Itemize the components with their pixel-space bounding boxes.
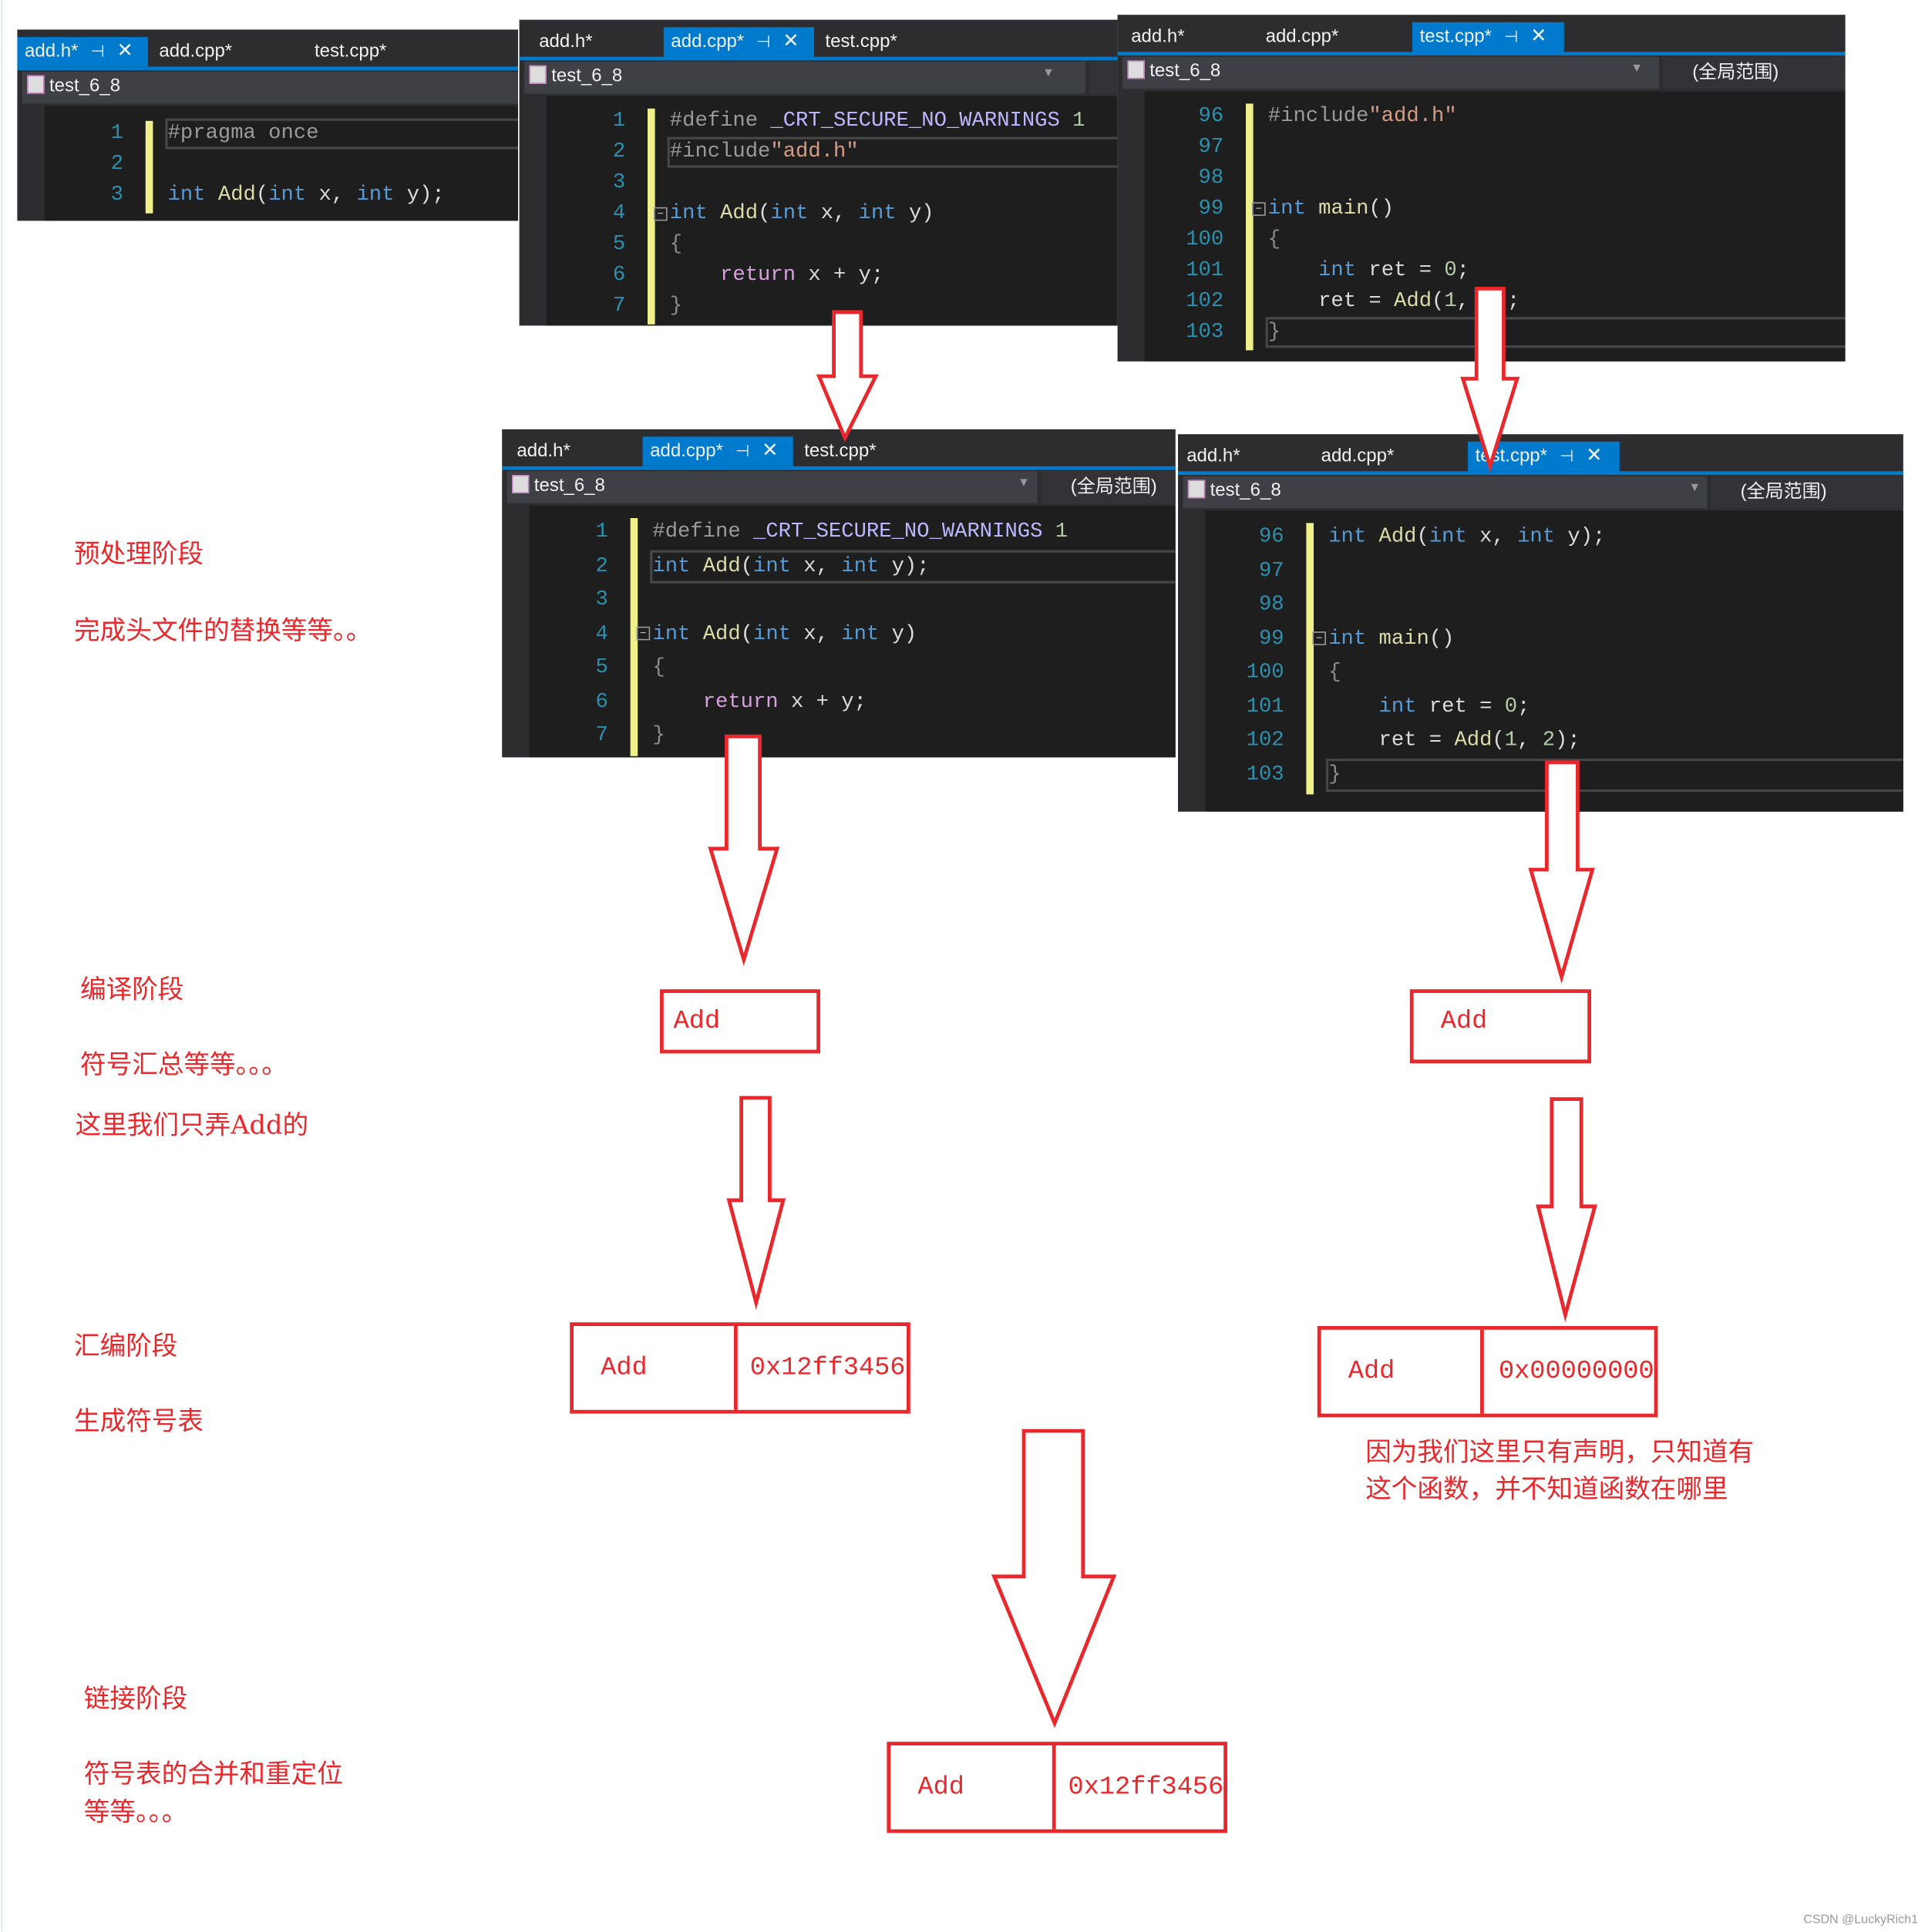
watermark: CSDN @LuckyRich1 — [1803, 1913, 1918, 1927]
assemble-desc: 生成符号表 — [74, 1406, 204, 1436]
preprocess-desc: 完成头文件的替换等等。。 — [74, 615, 372, 645]
note-line-1: 因为我们这里只有声明，只知道有 — [1365, 1437, 1755, 1467]
compile-note: 这里我们只弄Add的 — [75, 1110, 309, 1140]
down-arrow-4 — [1528, 760, 1595, 984]
note-line-2: 这个函数，并不知道函数在哪里 — [1365, 1474, 1728, 1504]
symbol-address: 0x00000000 — [1479, 1329, 1654, 1414]
symbol-table-test: Add 0x00000000 — [1317, 1326, 1658, 1418]
down-arrow-5 — [726, 1096, 786, 1310]
symbol-box-compile-test: Add — [1409, 989, 1591, 1064]
compile-title: 编译阶段 — [80, 974, 184, 1005]
compile-desc: 符号汇总等等。。。 — [80, 1049, 288, 1079]
down-arrow-7 — [991, 1429, 1117, 1728]
symbol-name: Add — [673, 1007, 721, 1036]
symbol-name: Add — [917, 1773, 964, 1802]
symbol-name: Add — [1440, 1008, 1488, 1036]
down-arrow-1 — [816, 310, 879, 443]
down-arrow-3 — [708, 734, 780, 967]
symbol-table-linked: Add 0x12ff3456 — [887, 1742, 1227, 1833]
down-arrow-6 — [1536, 1097, 1597, 1323]
link-desc-2: 等等。。。 — [83, 1797, 188, 1827]
symbol-address: 0x12ff3456 — [1052, 1745, 1223, 1829]
symbol-name: Add — [601, 1354, 648, 1382]
symbol-table-add: Add 0x12ff3456 — [570, 1322, 910, 1414]
preprocess-title: 预处理阶段 — [74, 539, 204, 569]
symbol-address: 0x12ff3456 — [734, 1326, 905, 1410]
link-title: 链接阶段 — [83, 1684, 188, 1714]
arrows-layer — [708, 287, 1597, 1728]
symbol-box-compile-add: Add — [660, 989, 820, 1054]
down-arrow-2 — [1460, 287, 1520, 473]
link-desc: 符号表的合并和重定位 — [83, 1759, 343, 1789]
diagram-canvas: add.h* ⊣ ✕ add.cpp* test.cpp* test_6_8 1 #pragm… — [0, 0, 1925, 1932]
symbol-name: Add — [1348, 1357, 1395, 1386]
assemble-title: 汇编阶段 — [74, 1331, 178, 1361]
